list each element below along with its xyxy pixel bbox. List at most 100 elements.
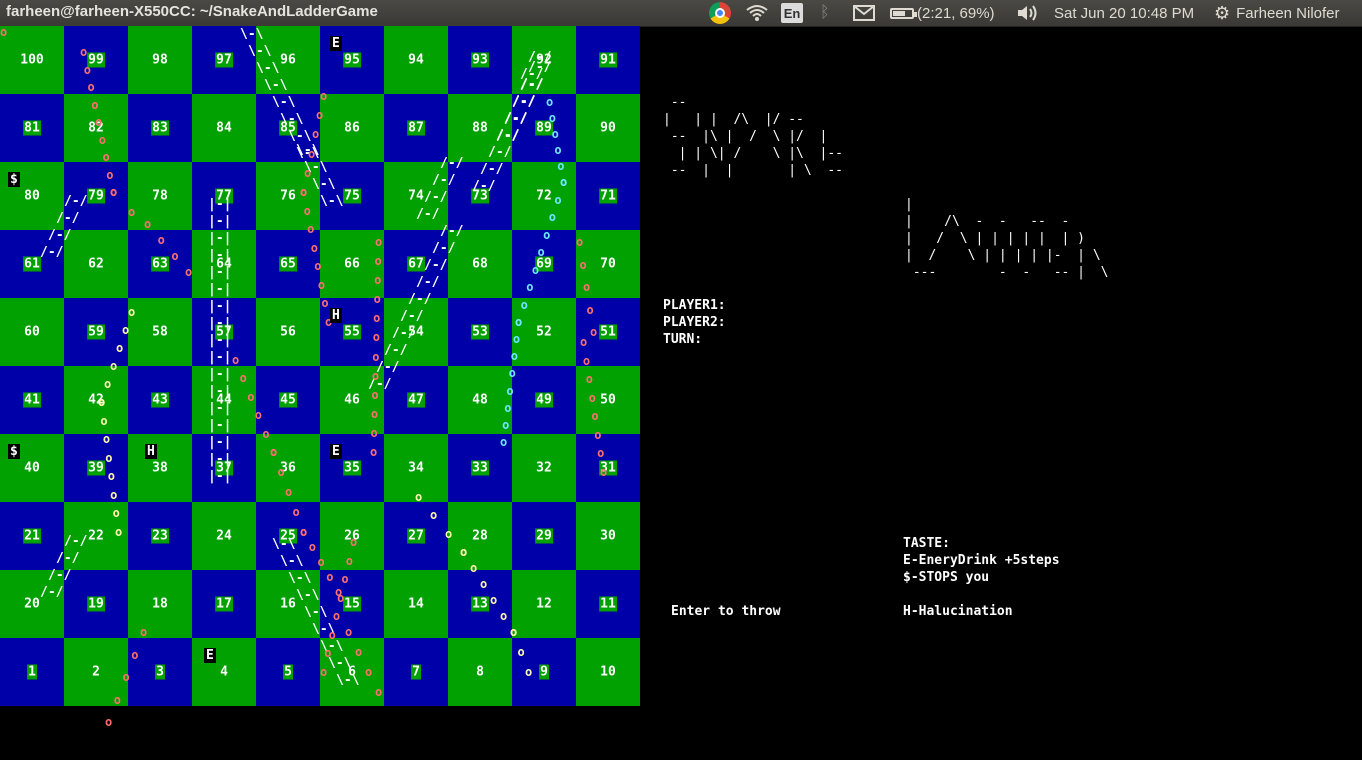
board-cell: 95 bbox=[320, 26, 384, 94]
legend-title: TASTE: bbox=[903, 536, 950, 551]
clock[interactable]: Sat Jun 20 10:48 PM bbox=[1054, 3, 1194, 23]
gear-icon: ⚙ bbox=[1214, 2, 1231, 23]
board-cell: 50 bbox=[576, 366, 640, 434]
cell-number: 63 bbox=[151, 256, 169, 272]
board-cell: 91 bbox=[576, 26, 640, 94]
keyboard-layout-indicator[interactable]: En bbox=[781, 3, 803, 23]
cell-number: 23 bbox=[151, 528, 169, 544]
cell-number: 54 bbox=[407, 324, 425, 340]
board-cell: 11 bbox=[576, 570, 640, 638]
cell-number: 20 bbox=[23, 596, 41, 612]
cell-number: 56 bbox=[279, 324, 297, 340]
board-cell: 40 bbox=[0, 434, 64, 502]
cell-number: 99 bbox=[87, 52, 105, 68]
cell-number: 47 bbox=[407, 392, 425, 408]
board-cell: 92 bbox=[512, 26, 576, 94]
board-cell: 36 bbox=[256, 434, 320, 502]
cell-number: 38 bbox=[151, 460, 169, 476]
board-cell: 82 bbox=[64, 94, 128, 162]
board-cell: 48 bbox=[448, 366, 512, 434]
board-cell: 63 bbox=[128, 230, 192, 298]
volume-icon[interactable] bbox=[1016, 3, 1038, 23]
board-cell: 58 bbox=[128, 298, 192, 366]
cell-number: 17 bbox=[215, 596, 233, 612]
board-cell: 12 bbox=[512, 570, 576, 638]
board-cell: 45 bbox=[256, 366, 320, 434]
cell-number: 29 bbox=[535, 528, 553, 544]
cell-number: 62 bbox=[87, 256, 105, 272]
battery-icon bbox=[890, 7, 917, 19]
cell-number: 46 bbox=[343, 392, 361, 408]
board-cell: 29 bbox=[512, 502, 576, 570]
wifi-icon[interactable] bbox=[746, 3, 768, 23]
board-cell: 77 bbox=[192, 162, 256, 230]
cell-number: 5 bbox=[283, 664, 293, 680]
cell-number: 27 bbox=[407, 528, 425, 544]
cell-number: 59 bbox=[87, 324, 105, 340]
cell-number: 36 bbox=[279, 460, 297, 476]
board-cell: 99 bbox=[64, 26, 128, 94]
battery-text: (2:21, 69%) bbox=[917, 4, 995, 22]
board-cell: 27 bbox=[384, 502, 448, 570]
cell-number: 67 bbox=[407, 256, 425, 272]
cell-number: 79 bbox=[87, 188, 105, 204]
cell-number: 57 bbox=[215, 324, 233, 340]
user-menu[interactable]: ⚙ Farheen Nilofer bbox=[1214, 3, 1340, 23]
board-cell: 43 bbox=[128, 366, 192, 434]
cell-number: 34 bbox=[407, 460, 425, 476]
board-cell: 17 bbox=[192, 570, 256, 638]
snake-segment: o bbox=[105, 715, 113, 729]
board-cell: 20 bbox=[0, 570, 64, 638]
cell-number: 30 bbox=[599, 528, 617, 544]
cell-number: 84 bbox=[215, 120, 233, 136]
chrome-icon[interactable] bbox=[709, 2, 731, 24]
cell-number: 72 bbox=[535, 188, 553, 204]
cell-number: 52 bbox=[535, 324, 553, 340]
cell-number: 40 bbox=[23, 460, 41, 476]
board-cell: 85 bbox=[256, 94, 320, 162]
cell-number: 85 bbox=[279, 120, 297, 136]
board-cell: 73 bbox=[448, 162, 512, 230]
board-cell: 78 bbox=[128, 162, 192, 230]
board-cell: 55 bbox=[320, 298, 384, 366]
cell-number: 58 bbox=[151, 324, 169, 340]
battery-indicator[interactable]: (2:21, 69%) bbox=[890, 3, 995, 23]
board-cell: 49 bbox=[512, 366, 576, 434]
board-cell: 100 bbox=[0, 26, 64, 94]
bluetooth-icon[interactable]: ᛒ bbox=[820, 3, 834, 23]
board-cell: 76 bbox=[256, 162, 320, 230]
board-cell: 54 bbox=[384, 298, 448, 366]
board-cell: 22 bbox=[64, 502, 128, 570]
board-cell: 52 bbox=[512, 298, 576, 366]
cell-number: 7 bbox=[411, 664, 421, 680]
board-cell: 98 bbox=[128, 26, 192, 94]
cell-number: 88 bbox=[471, 120, 489, 136]
board-cell: 1 bbox=[0, 638, 64, 706]
board-cell: 56 bbox=[256, 298, 320, 366]
cell-number: 4 bbox=[219, 664, 229, 680]
board-cell: 62 bbox=[64, 230, 128, 298]
board-cell: 14 bbox=[384, 570, 448, 638]
board-cell: 79 bbox=[64, 162, 128, 230]
cell-number: 91 bbox=[599, 52, 617, 68]
board-cell: 28 bbox=[448, 502, 512, 570]
cell-number: 43 bbox=[151, 392, 169, 408]
cell-number: 19 bbox=[87, 596, 105, 612]
board-cell: 2 bbox=[64, 638, 128, 706]
player2-label: PLAYER2: bbox=[663, 315, 726, 330]
cell-number: 89 bbox=[535, 120, 553, 136]
cell-number: 10 bbox=[599, 664, 617, 680]
board-cell: 23 bbox=[128, 502, 192, 570]
mail-icon[interactable] bbox=[853, 3, 875, 23]
cell-number: 14 bbox=[407, 596, 425, 612]
cell-number: 13 bbox=[471, 596, 489, 612]
cell-number: 97 bbox=[215, 52, 233, 68]
cell-number: 37 bbox=[215, 460, 233, 476]
cell-number: 60 bbox=[23, 324, 41, 340]
board-cell: 19 bbox=[64, 570, 128, 638]
board-cell: 96 bbox=[256, 26, 320, 94]
board-cell: 33 bbox=[448, 434, 512, 502]
board-cell: 72 bbox=[512, 162, 576, 230]
cell-number: 35 bbox=[343, 460, 361, 476]
board-cell: 94 bbox=[384, 26, 448, 94]
